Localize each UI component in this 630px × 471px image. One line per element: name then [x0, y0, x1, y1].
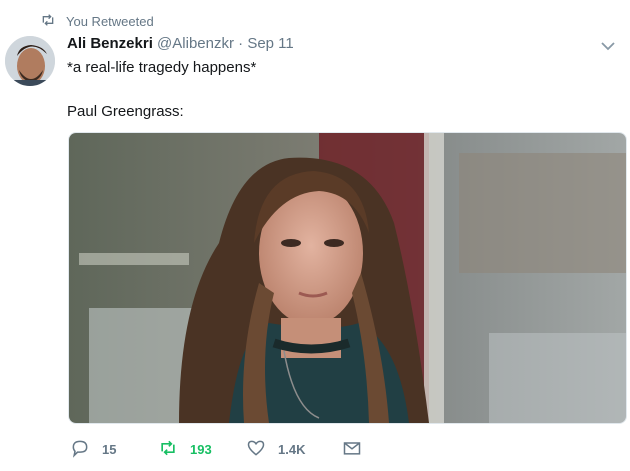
reply-button[interactable]: 15 — [70, 438, 158, 461]
tweet-text-line2: Paul Greengrass: — [67, 103, 184, 120]
tweet-text-line1: *a real-life tragedy happens* — [67, 59, 257, 76]
retweet-button[interactable]: 193 — [158, 438, 246, 461]
retweet-icon — [158, 438, 178, 461]
chevron-down-icon[interactable] — [600, 38, 616, 54]
tweet-media-image[interactable] — [68, 132, 627, 424]
like-count: 1.4K — [278, 442, 306, 457]
retweet-count: 193 — [190, 442, 212, 457]
direct-message-button[interactable] — [342, 438, 362, 461]
like-button[interactable]: 1.4K — [246, 438, 342, 461]
envelope-icon — [342, 438, 362, 461]
author-name[interactable]: Ali Benzekri — [67, 35, 153, 52]
author-handle[interactable]: @Alibenzkr — [157, 35, 234, 52]
retweet-context: You Retweeted — [40, 12, 154, 31]
reply-icon — [70, 438, 90, 461]
tweet-header: Ali Benzekri @Alibenzkr · Sep 11 — [67, 35, 580, 52]
retweet-context-text: You Retweeted — [66, 14, 154, 29]
tweet[interactable]: You Retweeted Ali Benzekri @Alibenzkr · … — [0, 0, 630, 471]
tweet-date[interactable]: Sep 11 — [247, 35, 293, 52]
avatar[interactable] — [5, 36, 55, 86]
tweet-actions: 15 193 1.4K — [70, 438, 362, 461]
heart-icon — [246, 438, 266, 461]
reply-count: 15 — [102, 442, 117, 457]
separator: · — [238, 35, 244, 52]
retweet-icon — [40, 12, 56, 31]
